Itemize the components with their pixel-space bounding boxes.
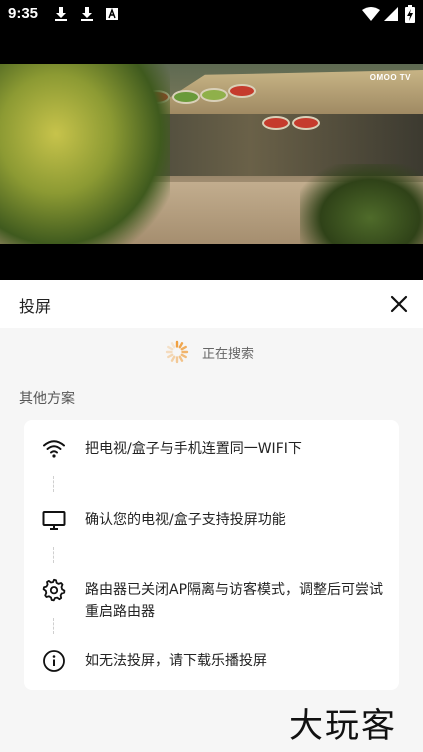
step-text-tv-support: 确认您的电视/盒子支持投屏功能 [85, 512, 286, 528]
searching-status: 正在搜索 [0, 340, 423, 364]
step-connector [53, 547, 54, 563]
battery-charging-icon [405, 5, 415, 23]
video-scene-foliage [300, 164, 423, 244]
download-icon [55, 7, 67, 21]
status-time: 9:35 [8, 5, 39, 22]
step-connector [53, 618, 54, 634]
sheet-title: 投屏 [19, 297, 52, 316]
step-connector [53, 476, 54, 492]
info-icon [43, 650, 65, 672]
wifi-icon [43, 440, 65, 458]
other-solutions-label: 其他方案 [19, 391, 75, 407]
channel-logo: OMOO TV [369, 73, 411, 82]
step-text-wifi: 把电视/盒子与手机连置同一WIFI下 [85, 441, 302, 457]
step-text-router: 路由器已关闭AP隔离与访客模式，调整后可尝试重启路由器 [85, 582, 384, 620]
close-button[interactable] [388, 293, 410, 315]
close-icon [390, 295, 408, 313]
download-icon [81, 7, 93, 21]
searching-text: 正在搜索 [202, 347, 255, 362]
video-scene-basket [200, 88, 228, 102]
cast-sheet: 投屏 正在搜索 其他方案 把电视/盒子与手机连置同一WIFI下 确认您的电视/盒… [0, 280, 423, 752]
video-scene-basket [262, 116, 290, 130]
video-scene-basket [292, 116, 320, 130]
video-player[interactable]: OMOO TV [0, 64, 423, 244]
signal-icon [384, 7, 398, 21]
text-a-icon [106, 8, 118, 20]
watermark-logo: 大玩客 [289, 706, 397, 746]
solutions-card: 把电视/盒子与手机连置同一WIFI下 确认您的电视/盒子支持投屏功能 路由器已关… [24, 420, 399, 690]
video-scene-basket [172, 90, 200, 104]
video-scene-foliage [0, 64, 170, 244]
tv-monitor-icon [42, 511, 66, 530]
loading-spinner-icon [165, 340, 189, 364]
video-scene-basket [228, 84, 256, 98]
step-text-download-app[interactable]: 如无法投屏，请下载乐播投屏 [85, 650, 385, 672]
wifi-icon [362, 7, 380, 21]
gear-icon [42, 578, 66, 602]
status-bar: 9:35 [0, 0, 423, 30]
sheet-header: 投屏 [0, 280, 423, 328]
